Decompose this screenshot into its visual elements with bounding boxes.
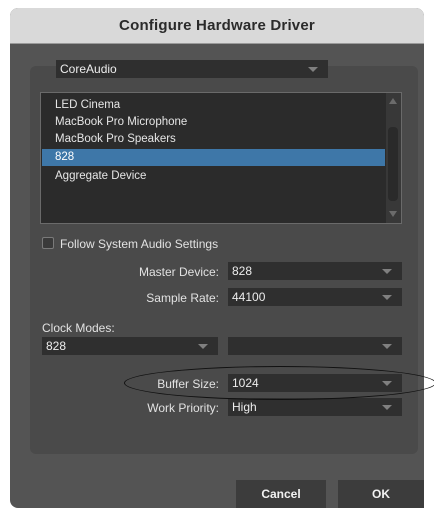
- clock-modes-secondary-select[interactable]: [228, 337, 402, 355]
- chevron-down-icon: [382, 405, 392, 410]
- buffer-size-highlight-ellipse: [124, 366, 434, 400]
- ok-button[interactable]: OK: [338, 480, 424, 508]
- device-list-item-selected[interactable]: 828: [42, 149, 385, 166]
- scroll-up-arrow-icon[interactable]: [389, 98, 397, 104]
- sample-rate-select[interactable]: 44100: [228, 288, 402, 306]
- clock-modes-value: 828: [46, 339, 67, 353]
- sample-rate-label: Sample Rate:: [146, 291, 219, 305]
- sample-rate-value: 44100: [232, 290, 266, 304]
- chevron-down-icon: [198, 344, 208, 349]
- driver-select-value: CoreAudio: [60, 62, 117, 76]
- device-list-item[interactable]: MacBook Pro Speakers: [42, 131, 385, 148]
- master-device-value: 828: [232, 264, 253, 278]
- master-device-select[interactable]: 828: [228, 262, 402, 280]
- device-list-scrollbar[interactable]: [386, 93, 401, 223]
- chevron-down-icon: [382, 295, 392, 300]
- dialog-title: Configure Hardware Driver: [119, 17, 315, 34]
- chevron-down-icon: [382, 269, 392, 274]
- chevron-down-icon: [382, 344, 392, 349]
- scroll-down-arrow-icon[interactable]: [389, 211, 397, 217]
- work-priority-label: Work Priority:: [147, 401, 219, 415]
- master-device-label: Master Device:: [138, 265, 219, 279]
- follow-system-audio-label: Follow System Audio Settings: [60, 237, 219, 251]
- clock-modes-select[interactable]: 828: [42, 337, 218, 355]
- cancel-button[interactable]: Cancel: [236, 480, 326, 508]
- device-list-item[interactable]: MacBook Pro Microphone: [42, 114, 385, 131]
- dialog-titlebar: Configure Hardware Driver: [10, 8, 424, 44]
- driver-select[interactable]: CoreAudio: [56, 60, 328, 78]
- follow-system-audio-checkbox[interactable]: [42, 237, 54, 249]
- device-list-item[interactable]: LED Cinema: [42, 97, 385, 114]
- device-list-item[interactable]: Aggregate Device: [42, 168, 385, 185]
- clock-modes-label: Clock Modes:: [42, 321, 115, 335]
- work-priority-select[interactable]: High: [228, 398, 402, 416]
- configure-hardware-driver-dialog: Configure Hardware Driver: [10, 8, 424, 508]
- device-list[interactable]: LED Cinema MacBook Pro Microphone MacBoo…: [40, 92, 402, 224]
- chevron-down-icon: [308, 67, 318, 72]
- work-priority-value: High: [232, 400, 257, 414]
- scrollbar-thumb[interactable]: [388, 127, 398, 201]
